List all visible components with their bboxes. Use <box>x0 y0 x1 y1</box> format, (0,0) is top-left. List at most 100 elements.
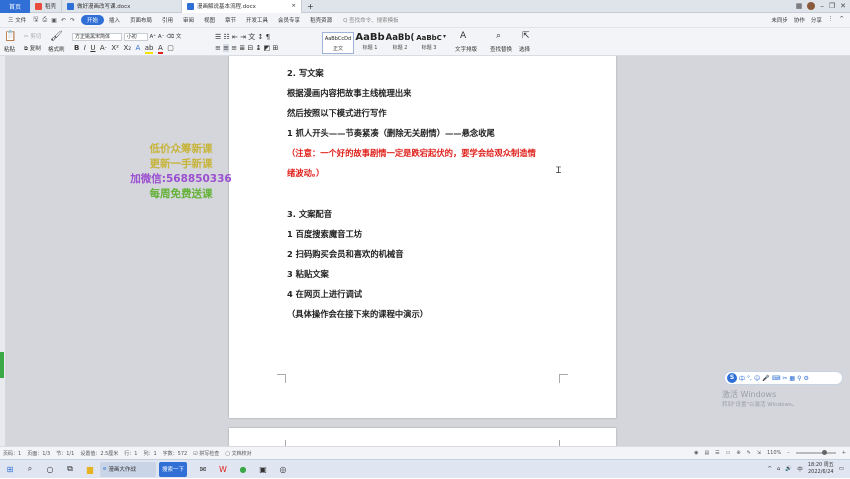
font-shrink-icon[interactable]: A⁻ <box>158 34 165 40</box>
collaborate-button[interactable]: 协作 <box>794 16 805 24</box>
document-page-2[interactable] <box>229 428 616 446</box>
ime-emoji-icon[interactable]: ☺ <box>754 375 760 382</box>
close-tab-icon[interactable]: × <box>291 3 296 9</box>
wps-icon[interactable]: W <box>213 460 233 479</box>
select-button[interactable]: 选择 <box>519 45 530 53</box>
zoom-slider[interactable] <box>795 450 836 455</box>
restore-icon[interactable]: ❐ <box>829 2 835 10</box>
menu-home[interactable]: 开始 <box>80 15 104 25</box>
select-cursor-icon[interactable]: ⇱ <box>522 31 530 41</box>
web-view-icon[interactable]: ⊕ <box>736 450 740 456</box>
cut-button[interactable]: ✂ 剪切 <box>24 32 41 40</box>
grid-icon[interactable]: ▦ <box>796 2 803 10</box>
text-effect-icon[interactable]: A <box>136 44 141 52</box>
ime-toolbar[interactable]: S 中 °, ☺ 🎤 ⌨ ✂ ▦ ⚲ ⚙ <box>724 371 843 385</box>
sync-status[interactable]: 未同步 <box>771 16 788 24</box>
save-icon[interactable]: 🖫 <box>31 15 40 25</box>
increase-indent-icon[interactable]: ⇥ <box>240 33 246 41</box>
distributed-icon[interactable]: ⊟ <box>247 44 253 52</box>
status-pages[interactable]: 页面：1/3 <box>27 450 56 457</box>
style-heading-3[interactable]: AaBbC 标题 3 <box>415 32 443 54</box>
home-tab[interactable]: 首页 <box>0 0 30 13</box>
tab-document-1[interactable]: 做好漫画改写课.docx <box>62 0 183 13</box>
avatar[interactable] <box>807 2 816 10</box>
redo-icon[interactable]: ↷ <box>68 17 77 24</box>
subscript-icon[interactable]: X₂ <box>123 44 131 52</box>
wechat-icon[interactable]: ● <box>233 460 253 479</box>
ime-skin-icon[interactable]: ✂ <box>782 375 787 382</box>
start-icon[interactable]: ⊞ <box>0 460 20 479</box>
menu-layout[interactable]: 页面布局 <box>125 16 157 24</box>
ime-tray-icon[interactable]: 中 <box>797 465 803 473</box>
menu-insert[interactable]: 插入 <box>104 16 125 24</box>
read-view-icon[interactable]: ▭ <box>726 450 731 456</box>
file-explorer-icon[interactable]: ▆ <box>80 460 100 479</box>
command-search[interactable]: Q 查找命令、搜索模板 <box>337 16 399 24</box>
app-icon[interactable]: ▣ <box>253 460 273 479</box>
show-marks-icon[interactable]: ¶ <box>266 33 270 41</box>
justify-icon[interactable]: ≣ <box>239 44 245 52</box>
doc-proof-button[interactable]: ▢ 文档校对 <box>225 450 257 457</box>
find-icon[interactable]: ⌕ <box>496 31 501 41</box>
zoom-slider-knob[interactable] <box>821 450 827 455</box>
capture-icon[interactable]: ◎ <box>273 460 293 479</box>
zoom-level[interactable]: 110% <box>767 450 781 456</box>
bullet-list-icon[interactable]: ☰ <box>215 33 221 41</box>
decrease-indent-icon[interactable]: ⇤ <box>232 33 238 41</box>
strikethrough-icon[interactable]: X² <box>111 44 119 52</box>
pinyin-icon[interactable]: 文 <box>176 34 182 40</box>
close-icon[interactable]: ✕ <box>840 2 846 10</box>
fit-page-icon[interactable]: ⇲ <box>757 450 761 456</box>
ime-language[interactable]: 中 <box>739 374 745 383</box>
highlight-icon[interactable]: ab <box>144 44 154 54</box>
styles-more-icon[interactable]: ▾ <box>443 33 446 40</box>
document-workspace[interactable]: 2. 写文案 根据漫画内容把故事主线梳理出来 然后按照以下模式进行写作 1 抓人… <box>5 56 850 446</box>
search-icon[interactable]: ⌕ <box>20 460 40 479</box>
taskbar-app-browser[interactable]: e 漫画大作战 <box>100 461 156 477</box>
align-right-icon[interactable]: ≡ <box>231 44 237 52</box>
font-color-icon[interactable]: A <box>157 44 163 54</box>
network-icon[interactable]: ⌂ <box>777 466 781 472</box>
status-row[interactable]: 行：1 <box>124 450 143 457</box>
status-page[interactable]: 页码：1 <box>3 450 27 457</box>
outline-view-icon[interactable]: ☰ <box>715 450 719 456</box>
font-grow-icon[interactable]: A⁺ <box>150 34 157 40</box>
menu-member[interactable]: 会员专享 <box>273 16 305 24</box>
italic-icon[interactable]: I <box>84 44 86 52</box>
align-left-icon[interactable]: ≡ <box>215 44 221 52</box>
underline-icon[interactable]: U <box>90 44 95 52</box>
new-tab-button[interactable]: + <box>302 2 319 11</box>
share-button[interactable]: 分享 <box>811 16 822 24</box>
menu-section[interactable]: 章节 <box>220 16 241 24</box>
sort-icon[interactable]: ↕ <box>257 33 263 41</box>
menu-review[interactable]: 审阅 <box>178 16 199 24</box>
clock[interactable]: 18:20 周五 2022/6/24 <box>808 462 834 476</box>
bold-icon[interactable]: B <box>74 44 79 52</box>
status-section[interactable]: 节：1/1 <box>56 450 80 457</box>
shading-icon[interactable]: ◩ <box>264 44 271 52</box>
clear-format-icon[interactable]: ⌫ <box>166 34 174 40</box>
format-painter-icon[interactable]: 🖌 <box>50 31 63 42</box>
mail-icon[interactable]: ✉ <box>193 460 213 479</box>
text-tools-icon[interactable]: A <box>460 31 466 41</box>
ime-punct-icon[interactable]: °, <box>747 375 752 382</box>
more-icon[interactable]: ⋮ <box>828 16 834 24</box>
undo-icon[interactable]: ↶ <box>59 17 68 24</box>
ime-keyboard-icon[interactable]: ⌨ <box>772 375 781 382</box>
page-view-icon[interactable]: ▤ <box>704 450 709 456</box>
style-heading-2[interactable]: AaBb( 标题 2 <box>385 32 415 54</box>
status-col[interactable]: 列：1 <box>143 450 162 457</box>
write-mode-icon[interactable]: ✎ <box>747 450 751 456</box>
status-position[interactable]: 设置值：2.5厘米 <box>80 450 124 457</box>
line-spacing-icon[interactable]: ↨ <box>256 44 262 52</box>
char-border-icon[interactable]: ▢ <box>167 44 174 52</box>
format-painter-button[interactable]: 格式刷 <box>48 45 65 53</box>
paste-icon[interactable]: 📋 <box>4 31 16 42</box>
menu-view[interactable]: 视图 <box>199 16 220 24</box>
copy-button[interactable]: ⧉ 复制 <box>24 44 41 53</box>
zoom-in-icon[interactable]: + <box>842 450 846 456</box>
ime-tools-icon[interactable]: ▦ <box>789 375 795 382</box>
tab-docer[interactable]: 稻壳 <box>30 0 63 13</box>
status-words[interactable]: 字数：572 <box>163 450 194 457</box>
borders-icon[interactable]: ⊞ <box>273 44 279 52</box>
